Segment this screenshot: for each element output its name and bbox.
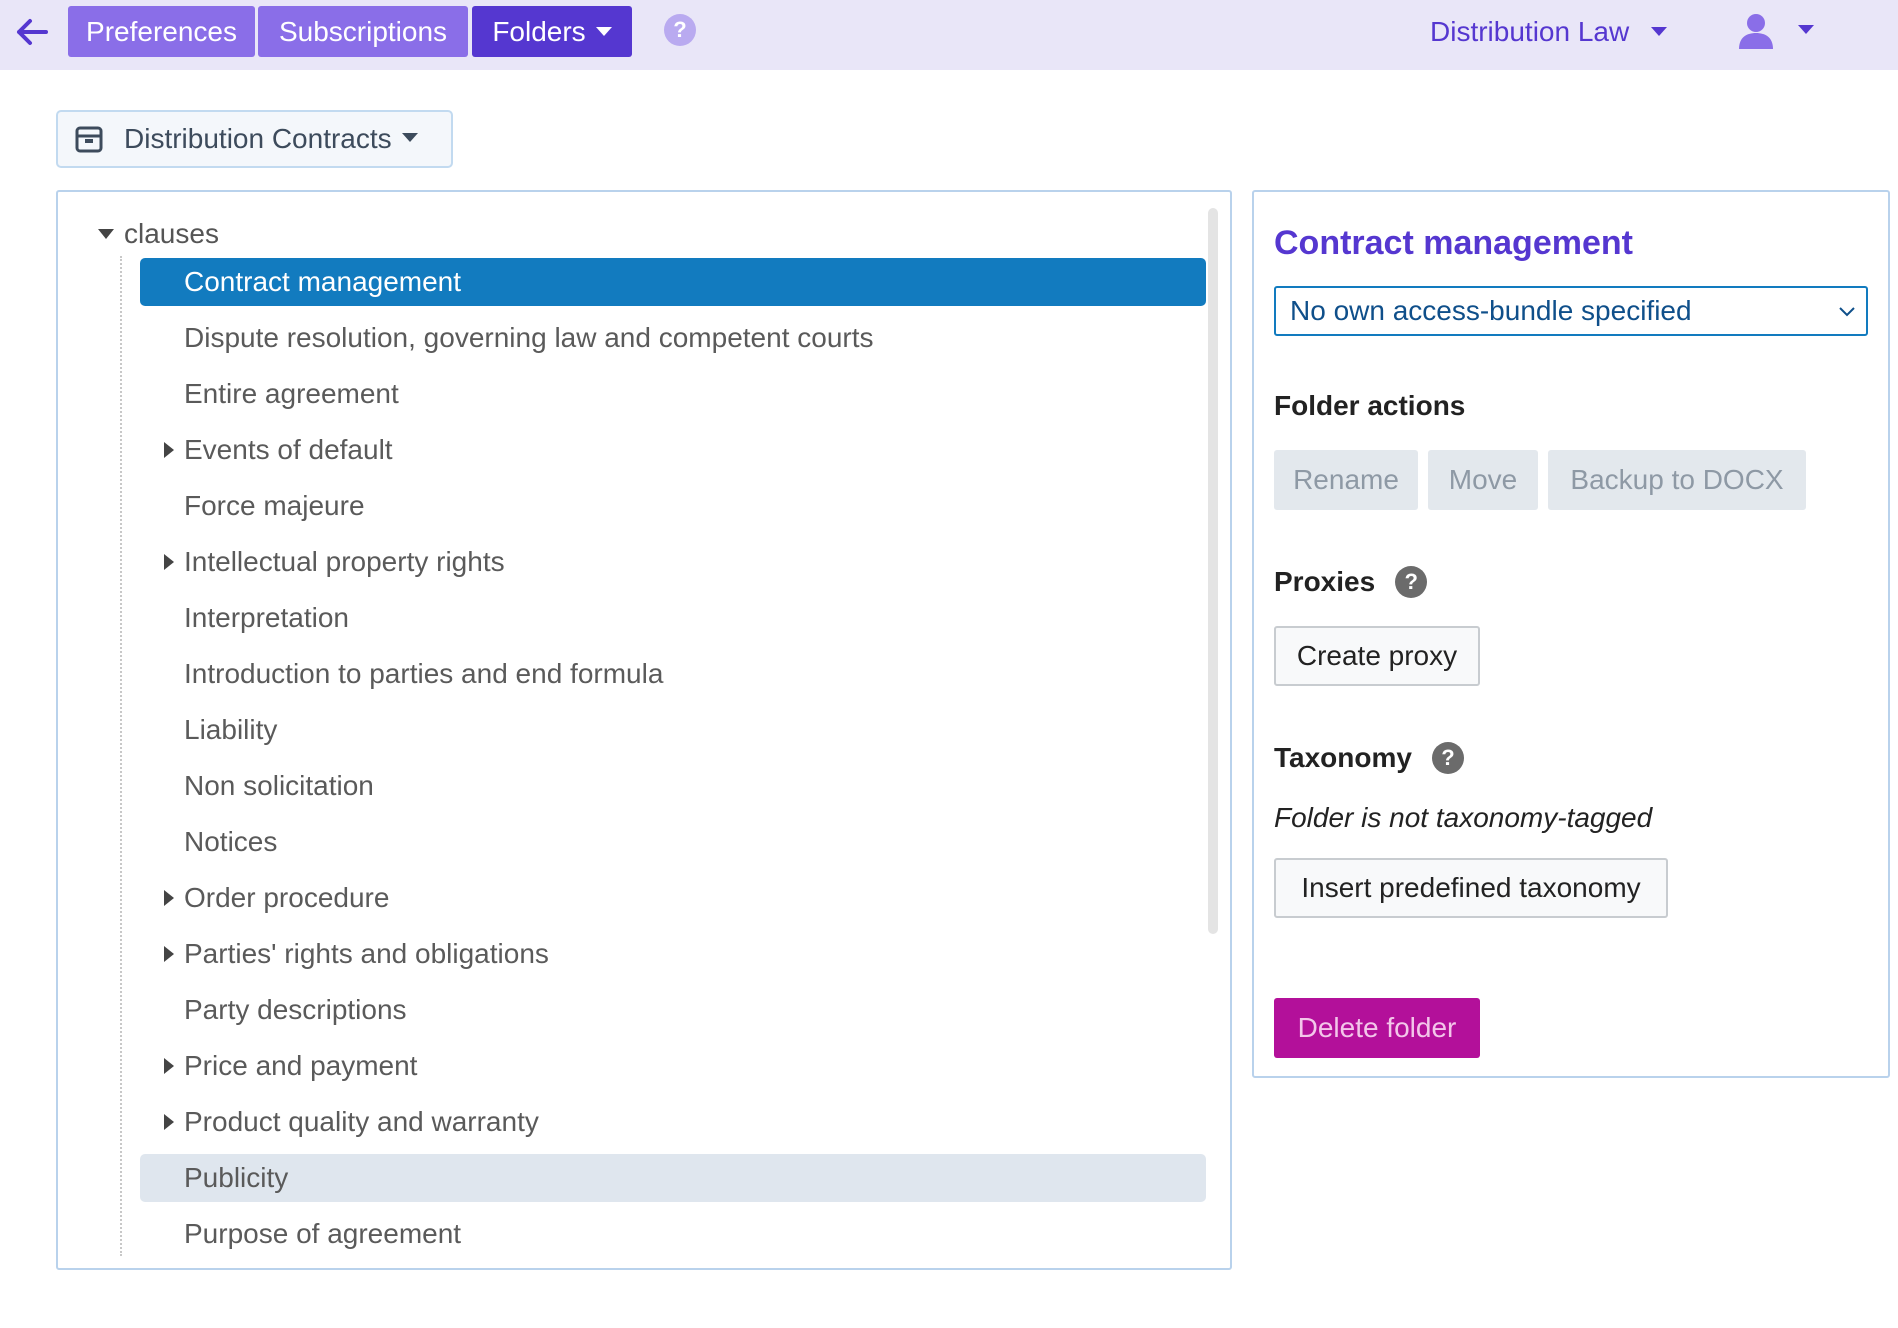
caret-down-icon xyxy=(1798,24,1814,34)
scrollbar[interactable] xyxy=(1208,208,1218,934)
triangle-down-icon xyxy=(98,228,114,239)
tab-folders-label: Folders xyxy=(492,16,586,47)
workspace-dropdown[interactable]: Distribution Law xyxy=(1430,10,1668,54)
folder-tree-panel: clauses Contract management Dispute resol… xyxy=(56,190,1232,1270)
chevron-down-icon xyxy=(1839,307,1855,317)
tree-item-label: Parties' rights and obligations xyxy=(184,938,549,969)
caret-down-icon xyxy=(595,27,612,37)
collection-label: Distribution Contracts xyxy=(124,123,392,154)
user-icon xyxy=(1739,14,1773,49)
folder-list: Contract management Dispute resolution, g… xyxy=(140,258,1206,1266)
help-icon[interactable]: ? xyxy=(1431,741,1464,774)
tree-item-label: Non solicitation xyxy=(184,770,374,801)
workspace-label: Distribution Law xyxy=(1430,16,1630,47)
insert-taxonomy-button[interactable]: Insert predefined taxonomy xyxy=(1274,858,1668,918)
tab-preferences-label: Preferences xyxy=(86,16,237,47)
create-proxy-button[interactable]: Create proxy xyxy=(1274,626,1480,686)
tree-item-label: Party descriptions xyxy=(184,994,407,1025)
triangle-right-icon[interactable] xyxy=(164,1058,174,1074)
tree-item[interactable]: Intellectual property rights xyxy=(140,538,1206,586)
archive-box-icon xyxy=(75,126,103,153)
proxies-heading-label: Proxies xyxy=(1274,566,1376,597)
tree-item[interactable]: Purpose of agreement xyxy=(140,1210,1206,1258)
access-bundle-select[interactable]: No own access-bundle specified xyxy=(1274,286,1868,336)
triangle-right-icon[interactable] xyxy=(164,946,174,962)
tree-root-clauses[interactable]: clauses xyxy=(98,214,219,254)
tree-item-label: Events of default xyxy=(184,434,393,465)
tree-item[interactable]: Publicity xyxy=(140,1154,1206,1202)
collection-dropdown[interactable]: Distribution Contracts xyxy=(56,110,453,168)
tree-item[interactable]: Price and payment xyxy=(140,1042,1206,1090)
help-icon[interactable]: ? xyxy=(664,14,696,46)
tree-item[interactable]: Dispute resolution, governing law and co… xyxy=(140,314,1206,362)
backup-docx-button[interactable]: Backup to DOCX xyxy=(1548,450,1806,510)
tab-subscriptions-label: Subscriptions xyxy=(278,16,448,47)
top-navigation-bar: Preferences Subscriptions Folders ? Dist… xyxy=(0,0,1898,70)
folder-actions-heading: Folder actions xyxy=(1274,390,1466,421)
triangle-right-icon[interactable] xyxy=(164,1114,174,1130)
tree-item-label: Force majeure xyxy=(184,490,365,521)
tree-item-label: Purpose of agreement xyxy=(184,1218,462,1249)
tree-item-label: Introduction to parties and end formula xyxy=(184,658,664,689)
tree-item-label: Liability xyxy=(184,714,278,745)
caret-down-icon xyxy=(401,132,418,142)
tree-item-label: Publicity xyxy=(184,1162,289,1193)
proxies-heading: Proxies? xyxy=(1274,565,1428,600)
triangle-right-icon[interactable] xyxy=(164,442,174,458)
back-button[interactable] xyxy=(14,14,50,50)
triangle-right-icon[interactable] xyxy=(164,890,174,906)
tab-folders[interactable]: Folders xyxy=(472,6,632,57)
tree-item[interactable]: Party descriptions xyxy=(140,986,1206,1034)
tree-item-label: Product quality and warranty xyxy=(184,1106,539,1137)
tree-item[interactable]: Entire agreement xyxy=(140,370,1206,418)
tree-item-label: Contract management xyxy=(184,266,462,297)
tree-item[interactable]: Force majeure xyxy=(140,482,1206,530)
tree-item[interactable]: Events of default xyxy=(140,426,1206,474)
tree-guide-line xyxy=(120,256,122,1256)
tree-root-label: clauses xyxy=(124,218,219,249)
tree-item[interactable]: Non solicitation xyxy=(140,762,1206,810)
tree-item[interactable]: Contract management xyxy=(140,258,1206,306)
taxonomy-heading-label: Taxonomy xyxy=(1274,742,1412,773)
tree-item-label: Price and payment xyxy=(184,1050,418,1081)
arrow-left-icon xyxy=(17,19,48,45)
taxonomy-heading: Taxonomy? xyxy=(1274,741,1464,776)
move-button[interactable]: Move xyxy=(1428,450,1538,510)
taxonomy-status: Folder is not taxonomy-tagged xyxy=(1274,802,1653,833)
tree-item[interactable]: Product quality and warranty xyxy=(140,1098,1206,1146)
tree-item[interactable]: Liability xyxy=(140,706,1206,754)
triangle-right-icon[interactable] xyxy=(164,554,174,570)
folder-detail-panel: Contract management No own access-bundle… xyxy=(1252,190,1890,1078)
tree-item[interactable]: Introduction to parties and end formula xyxy=(140,650,1206,698)
tree-item-label: Dispute resolution, governing law and co… xyxy=(184,322,874,353)
user-menu[interactable] xyxy=(1736,6,1826,56)
tree-item[interactable]: Parties' rights and obligations xyxy=(140,930,1206,978)
tree-item-label: Interpretation xyxy=(184,602,349,633)
tree-item[interactable]: Order procedure xyxy=(140,874,1206,922)
tree-item[interactable]: Notices xyxy=(140,818,1206,866)
tree-item-label: Intellectual property rights xyxy=(184,546,505,577)
folder-title: Contract management xyxy=(1274,224,1633,262)
access-bundle-value: No own access-bundle specified xyxy=(1290,295,1692,326)
tree-item[interactable]: Interpretation xyxy=(140,594,1206,642)
caret-down-icon xyxy=(1651,27,1668,37)
tab-preferences[interactable]: Preferences xyxy=(68,6,255,57)
tree-item-label: Entire agreement xyxy=(184,378,399,409)
tree-item-label: Order procedure xyxy=(184,882,390,913)
tree-item-label: Notices xyxy=(184,826,278,857)
rename-button[interactable]: Rename xyxy=(1274,450,1418,510)
tab-subscriptions[interactable]: Subscriptions xyxy=(258,6,468,57)
delete-folder-button[interactable]: Delete folder xyxy=(1274,998,1480,1058)
help-icon[interactable]: ? xyxy=(1395,565,1428,598)
